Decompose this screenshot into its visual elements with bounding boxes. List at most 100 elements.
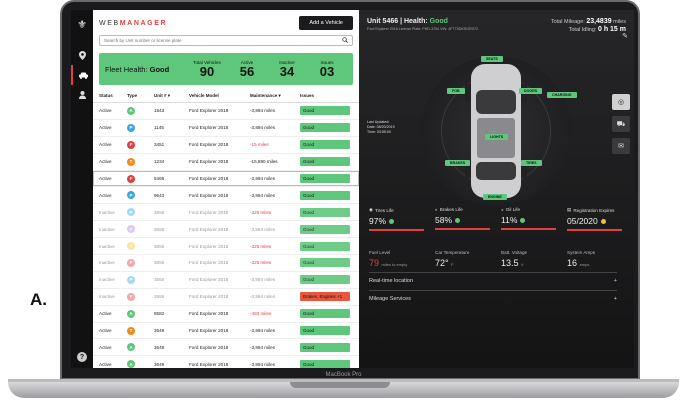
table-header: Status Type Unit # ▾ Vehicle Model Maintenan… [93, 89, 359, 103]
table-row[interactable]: Active F 5466 Ford Explorer 2018 -3,894 mile… [93, 171, 359, 188]
add-vehicle-button[interactable]: Add a Vehicle [299, 16, 353, 30]
mileage-info: Total Mileage: 23,4839 miles Total Idlin… [551, 18, 626, 34]
laptop-model-label: MacBook Pro [325, 372, 362, 378]
search-icon[interactable] [342, 36, 348, 45]
row-unit: 3556 [154, 294, 165, 300]
issue-badge[interactable]: Good [300, 258, 350, 268]
unit-info: Unit 5466 | Health: Good Ford Explorer 2… [367, 18, 478, 34]
vehicle-type-badge: F [127, 258, 135, 267]
issue-badge[interactable]: Good [300, 224, 350, 234]
accordion-row[interactable]: Real-time location + [369, 272, 617, 289]
column-header[interactable]: Unit # ▾ [154, 93, 189, 99]
row-maintenance: -3,894 miles [250, 226, 276, 232]
life-gauge: ◉ Tires Life 97% [369, 207, 433, 231]
help-icon[interactable]: ? [77, 352, 87, 362]
table-row[interactable]: Active A 8582 Ford Explorer 2018 -493 miles G… [93, 306, 359, 323]
issue-badge[interactable]: Good [300, 174, 350, 183]
search-input[interactable] [104, 38, 304, 43]
table-row[interactable]: Active T 3649 Ford Explorer 2018 -3,894 mile… [93, 323, 359, 340]
row-type-cell: A [127, 309, 154, 318]
row-type-cell: F [127, 292, 154, 301]
metric-unit: amps [579, 262, 590, 267]
issue-badge[interactable]: Good [300, 140, 350, 150]
issue-badge[interactable]: Good [300, 326, 350, 336]
row-issue-cell: Good [300, 157, 353, 167]
plus-icon[interactable]: + [614, 278, 617, 284]
table-row[interactable]: Inactive P 3556 Ford Explorer 2018 -3,894 mi… [93, 272, 359, 289]
health-zone-label[interactable]: ENGINE [483, 194, 507, 200]
health-zone-label[interactable]: BRAKES [445, 160, 471, 166]
user-icon[interactable] [71, 85, 93, 105]
gauge-label-row: ◉ Tires Life [369, 207, 433, 213]
health-zone-label[interactable]: LIGHTS [485, 134, 509, 140]
metric: Fuel Level 79 miles to empty [369, 250, 433, 268]
row-unit: 3556 [154, 209, 165, 215]
health-zone-label[interactable]: TIRES [521, 160, 542, 166]
life-gauge: ◐ Brakes Life 58% [435, 207, 499, 231]
table-row[interactable]: Active F 3451 Ford Explorer 2018 -15 miles Go… [93, 137, 359, 154]
health-zone-label[interactable]: CHARGING [547, 92, 577, 98]
row-model: Ford Explorer 2018 [189, 176, 229, 181]
column-header[interactable]: Type [127, 93, 154, 99]
accordion-row[interactable]: Mileage Services + [369, 290, 617, 307]
table-row[interactable]: Inactive P 3556 Ford Explorer 2018 -3,894 mi… [93, 221, 359, 239]
vehicle-detail-panel: Unit 5466 | Health: Good Ford Explorer 2… [359, 10, 634, 368]
steering-wheel-icon[interactable]: ◎ [612, 94, 630, 110]
issue-badge[interactable]: Good [300, 309, 350, 319]
row-maintenance: -325 miles [250, 209, 272, 215]
table-row[interactable]: Inactive P 3556 Ford Explorer 2018 -325 mile… [93, 204, 359, 222]
column-header[interactable]: Issues [300, 93, 353, 99]
column-header[interactable]: Maintenance ▾ [250, 93, 300, 99]
issue-badge[interactable]: Good [300, 157, 350, 167]
issue-badge[interactable]: Good [300, 241, 350, 251]
column-header[interactable]: Status [99, 93, 127, 99]
table-row[interactable]: Active P 9643 Ford Explorer 2018 -3,894 mile… [93, 187, 359, 205]
gauge-value: 05/2020 [567, 216, 598, 226]
issue-badge[interactable]: Good [300, 359, 350, 368]
map-pin-icon[interactable] [71, 45, 93, 65]
accordion-label: Mileage Services [369, 296, 411, 302]
row-model: Ford Explorer 2018 [189, 361, 229, 367]
issue-badge[interactable]: Good [300, 275, 350, 285]
issue-badge[interactable]: Good [300, 342, 350, 352]
car-icon[interactable] [71, 65, 93, 85]
message-icon[interactable]: ✉ [612, 138, 630, 154]
metric-value-row: 13.5 V [501, 258, 565, 268]
row-model: Ford Explorer 2018 [189, 243, 229, 249]
health-zone-label[interactable]: DOORS [519, 88, 543, 94]
metric-label: Car Temperature [435, 250, 470, 255]
table-row[interactable]: Active A 1843 Ford Explorer 2018 -3,894 mile… [93, 103, 359, 120]
table-row[interactable]: Active T 1234 Ford Explorer 2018 -15,890 mil… [93, 154, 359, 171]
table-row[interactable]: Inactive F 3556 Ford Explorer 2018 -325 mile… [93, 255, 359, 272]
fleet-stat: Inactive 34 [267, 60, 307, 78]
row-unit: 3556 [154, 226, 165, 232]
registration-icon: ▤ [567, 207, 572, 212]
vehicle-type-badge: P [127, 225, 135, 234]
issue-badge[interactable]: Good [300, 190, 350, 200]
row-issue-cell: Good [300, 326, 353, 336]
table-row[interactable]: Inactive T 3556 Ford Explorer 2018 -325 mile… [93, 238, 359, 256]
health-zone-label[interactable]: SEATS [481, 56, 503, 62]
table-row[interactable]: Inactive F 3556 Ford Explorer 2018 -3,894 mi… [93, 289, 359, 306]
plus-icon[interactable]: + [614, 296, 617, 302]
table-row[interactable]: Active P 1145 Ford Explorer 2018 -3,894 mile… [93, 120, 359, 137]
issue-badge[interactable]: Good [300, 106, 350, 116]
issue-badge[interactable]: Brakes, Engines +1 [300, 292, 350, 302]
column-header[interactable]: Vehicle Model [189, 93, 250, 99]
brand-suffix: MANAGER [119, 19, 168, 27]
table-row[interactable]: Active A 3649 Ford Explorer 2018 -3,894 mile… [93, 356, 359, 368]
issue-badge[interactable]: Good [300, 207, 350, 217]
vehicle-type-badge: A [127, 309, 135, 318]
row-maintenance: -493 miles [250, 311, 272, 317]
row-model: Ford Explorer 2018 [189, 277, 229, 283]
health-zone-label[interactable]: FOB [447, 88, 465, 94]
row-type-cell: P [127, 225, 154, 234]
issue-badge[interactable]: Good [300, 123, 350, 133]
fleet-health-status: Fleet Health: Good [105, 65, 187, 74]
table-row[interactable]: Active A 3649 Ford Explorer 2018 -3,894 mile… [93, 339, 359, 357]
car-diagnostics-icon[interactable]: ⛟ [612, 116, 630, 132]
row-maintenance: -3,894 miles [250, 176, 276, 181]
vehicle-type-badge: T [127, 242, 135, 251]
row-status: Active [99, 192, 112, 198]
edit-icon[interactable]: ✎ [622, 32, 628, 40]
